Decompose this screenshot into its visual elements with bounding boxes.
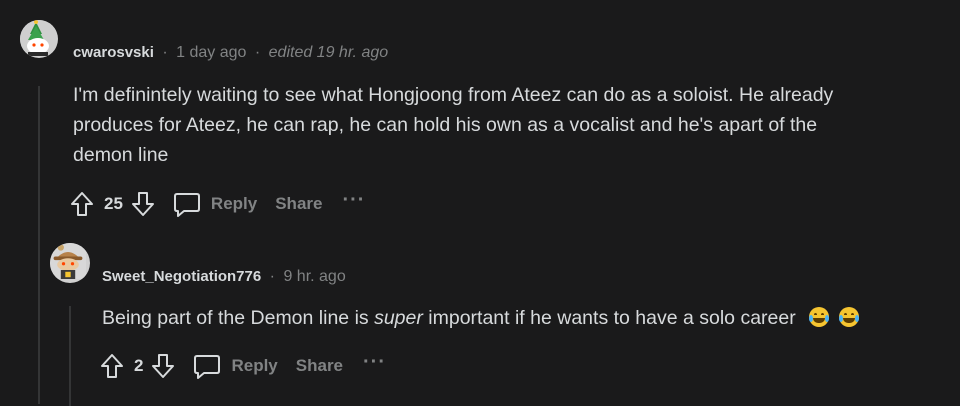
comment-bubble-icon	[194, 355, 221, 379]
comment-body-line: produces for Ateez, he can rap, he can h…	[73, 114, 818, 136]
downvote-button[interactable]	[151, 353, 175, 379]
emphasized-text: super	[374, 307, 423, 329]
share-button[interactable]: Share	[275, 194, 322, 214]
more-options-button[interactable]: ···	[342, 190, 365, 212]
separator: ·	[269, 268, 275, 285]
comment-bubble-icon	[173, 193, 200, 217]
share-label: Share	[275, 194, 323, 213]
downvote-arrow-icon	[131, 192, 154, 216]
upvote-arrow-icon	[71, 192, 93, 216]
username[interactable]: cwarosvski	[73, 44, 154, 61]
share-label: Share	[295, 356, 344, 375]
comment-body: I'm definintely waiting to see what Hong…	[73, 80, 953, 170]
snoo-avatar-icon	[50, 243, 86, 279]
upvote-button[interactable]	[100, 353, 124, 379]
vote-score: 2	[134, 356, 144, 375]
comment-text: Being part of the Demon line is	[102, 307, 375, 329]
more-options-button[interactable]: ···	[363, 352, 386, 374]
upvote-button[interactable]	[70, 191, 94, 217]
comment-meta: Sweet_Negotiation776 · 9 hr. ago	[102, 267, 346, 287]
more-options-icon: ···	[363, 351, 386, 373]
comment-actions: 2 Reply Share ···	[100, 351, 386, 381]
reply-label: Reply	[231, 356, 278, 375]
comment-meta: cwarosvski · 1 day ago · edited 19 hr. a…	[73, 43, 388, 63]
avatar[interactable]	[20, 20, 58, 58]
edited-timestamp: edited 19 hr. ago	[268, 44, 389, 61]
comment-body-line: I'm definintely waiting to see what Hong…	[73, 84, 834, 106]
comment-text: important if he wants to have a solo car…	[422, 307, 796, 329]
more-options-icon: ···	[342, 189, 366, 211]
timestamp[interactable]: 9 hr. ago	[283, 268, 345, 285]
downvote-button[interactable]	[131, 191, 155, 217]
avatar[interactable]	[50, 243, 90, 283]
separator: ·	[162, 44, 168, 61]
separator: ·	[254, 44, 261, 61]
reply-label: Reply	[210, 194, 258, 213]
snoo-avatar-icon	[20, 20, 56, 56]
upvote-arrow-icon	[101, 354, 123, 378]
reply-button[interactable]: Reply	[173, 191, 257, 217]
username[interactable]: Sweet_Negotiation776	[102, 268, 261, 285]
face-with-tears-of-joy-icon	[838, 307, 859, 327]
thread-line[interactable]	[38, 86, 40, 404]
comment-body-line: demon line	[73, 144, 169, 166]
thread-line[interactable]	[69, 306, 71, 406]
share-button[interactable]: Share	[296, 356, 343, 376]
downvote-arrow-icon	[152, 354, 175, 378]
reply-button[interactable]: Reply	[193, 353, 278, 379]
vote-score: 25	[104, 194, 123, 213]
face-with-tears-of-joy-icon	[809, 307, 830, 327]
comment-body: Being part of the Demon line is super im…	[102, 303, 960, 333]
comment-actions: 25 Reply Share ···	[70, 189, 365, 219]
timestamp[interactable]: 1 day ago	[176, 44, 246, 61]
